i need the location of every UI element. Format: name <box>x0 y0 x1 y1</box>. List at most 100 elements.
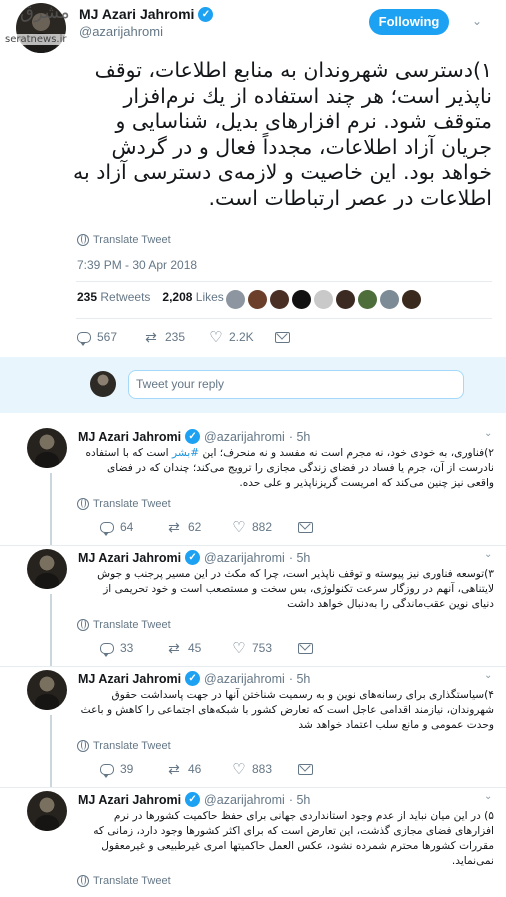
avatar[interactable] <box>27 670 67 710</box>
retweets-stat[interactable]: 235 Retweets <box>77 290 150 304</box>
liker-avatar[interactable] <box>226 290 245 309</box>
heart-icon[interactable]: ♡ <box>232 762 246 777</box>
author-name[interactable]: MJ Azari Jahromi <box>78 430 181 444</box>
thread-line <box>50 715 52 787</box>
divider <box>76 318 492 319</box>
liker-avatar[interactable] <box>358 290 377 309</box>
tweet-time[interactable]: · 5h <box>289 430 311 444</box>
author-handle[interactable]: @azarijahromi <box>79 24 163 39</box>
translate-label[interactable]: Translate Tweet <box>93 498 171 510</box>
reply-action[interactable]: 567 <box>77 330 143 346</box>
liker-avatar[interactable] <box>336 290 355 309</box>
translate-tweet-link[interactable]: Translate Tweet <box>77 740 171 752</box>
reply-input[interactable]: Tweet your reply <box>128 370 464 399</box>
liker-avatar[interactable] <box>380 290 399 309</box>
tweet-time[interactable]: · 5h <box>289 551 311 565</box>
chevron-down-icon[interactable]: ⌄ <box>472 14 488 30</box>
verified-icon: ✓ <box>185 792 201 807</box>
like-action[interactable]: ♡ 882 <box>232 520 298 535</box>
reply-icon[interactable] <box>100 763 114 778</box>
author-name[interactable]: MJ Azari Jahromi <box>78 551 181 565</box>
mail-icon[interactable] <box>275 331 290 343</box>
retweet-action[interactable]: ⇄ 235 <box>143 330 209 344</box>
like-count: 753 <box>252 641 273 655</box>
chevron-down-icon[interactable]: ⌄ <box>484 549 492 560</box>
avatar[interactable] <box>27 549 67 589</box>
mail-icon[interactable] <box>298 642 313 654</box>
retweet-action[interactable]: ⇄ 46 <box>166 762 232 776</box>
tweet-header: MJ Azari Jahromi ✓ @azarijahromi · 5h <box>78 429 310 444</box>
tweet-text-part: ۲)فناوری، به خودی خود، نه مجرم است نه مف… <box>199 447 494 459</box>
likes-label[interactable]: Likes <box>196 290 224 304</box>
tweet-actions: 64 ⇄ 62 ♡ 882 <box>100 520 313 536</box>
like-action[interactable]: ♡ 753 <box>232 641 298 656</box>
tweet-timestamp[interactable]: 7:39 PM - 30 Apr 2018 <box>77 258 197 272</box>
tweet-time[interactable]: · 5h <box>289 672 311 686</box>
tweet-actions: 33 ⇄ 45 ♡ 753 <box>100 641 313 657</box>
chevron-down-icon[interactable]: ⌄ <box>484 791 492 802</box>
likes-count[interactable]: 2,208 <box>162 290 192 304</box>
tweet-text: ۲)فناوری، به خودی خود، نه مجرم است نه مف… <box>78 446 495 491</box>
retweet-action[interactable]: ⇄ 62 <box>166 520 232 534</box>
tweet-time[interactable]: · 5h <box>289 793 311 807</box>
thread-line <box>50 473 52 545</box>
translate-tweet-link[interactable]: Translate Tweet <box>77 875 171 887</box>
translate-tweet-link[interactable]: Translate Tweet <box>77 234 171 246</box>
liker-avatar[interactable] <box>402 290 421 309</box>
hashtag-link[interactable]: #بشر <box>172 447 199 459</box>
mail-icon[interactable] <box>298 763 313 775</box>
translate-label[interactable]: Translate Tweet <box>93 875 171 887</box>
retweet-icon[interactable]: ⇄ <box>166 762 182 776</box>
retweets-label[interactable]: Retweets <box>100 290 150 304</box>
likes-stat[interactable]: 2,208 Likes <box>162 290 223 304</box>
direct-message-action[interactable] <box>298 521 313 533</box>
mail-icon[interactable] <box>298 521 313 533</box>
author-handle[interactable]: @azarijahromi <box>204 430 285 444</box>
reply-icon[interactable] <box>100 521 114 536</box>
reply-icon[interactable] <box>77 331 91 346</box>
chevron-down-icon[interactable]: ⌄ <box>484 428 492 439</box>
like-action[interactable]: ♡ 883 <box>232 762 298 777</box>
translate-label[interactable]: Translate Tweet <box>93 234 171 246</box>
retweet-icon[interactable]: ⇄ <box>166 641 182 655</box>
translate-label[interactable]: Translate Tweet <box>93 619 171 631</box>
watermark: مشرق seratnews.ir <box>2 2 72 46</box>
direct-message-action[interactable] <box>298 642 313 654</box>
translate-tweet-link[interactable]: Translate Tweet <box>77 619 171 631</box>
liker-avatar[interactable] <box>248 290 267 309</box>
verified-icon: ✓ <box>198 6 214 22</box>
author-name[interactable]: MJ Azari Jahromi <box>78 793 181 807</box>
author-name-row[interactable]: MJ Azari Jahromi ✓ <box>79 6 214 22</box>
reply-icon[interactable] <box>100 642 114 657</box>
reply-action[interactable]: 64 <box>100 520 166 536</box>
liker-avatar[interactable] <box>314 290 333 309</box>
retweet-icon[interactable]: ⇄ <box>166 520 182 534</box>
direct-message-action[interactable] <box>298 763 313 775</box>
reply-action[interactable]: 33 <box>100 641 166 657</box>
author-handle[interactable]: @azarijahromi <box>204 672 285 686</box>
like-action[interactable]: ♡ 2.2K <box>209 330 275 345</box>
translate-tweet-link[interactable]: Translate Tweet <box>77 498 171 510</box>
reply-count: 39 <box>120 762 134 776</box>
avatar[interactable] <box>27 791 67 831</box>
tweet-text: ۵) در این میان نباید از عدم وجود استاندا… <box>93 810 494 867</box>
liker-avatar[interactable] <box>292 290 311 309</box>
heart-icon[interactable]: ♡ <box>209 330 223 345</box>
author-name[interactable]: MJ Azari Jahromi <box>79 6 194 22</box>
translate-label[interactable]: Translate Tweet <box>93 740 171 752</box>
author-handle[interactable]: @azarijahromi <box>204 551 285 565</box>
retweet-icon[interactable]: ⇄ <box>143 330 159 344</box>
globe-icon <box>77 498 89 510</box>
retweets-count[interactable]: 235 <box>77 290 97 304</box>
heart-icon[interactable]: ♡ <box>232 641 246 656</box>
retweet-action[interactable]: ⇄ 45 <box>166 641 232 655</box>
liker-avatar[interactable] <box>270 290 289 309</box>
avatar[interactable] <box>27 428 67 468</box>
author-name[interactable]: MJ Azari Jahromi <box>78 672 181 686</box>
author-handle[interactable]: @azarijahromi <box>204 793 285 807</box>
reply-action[interactable]: 39 <box>100 762 166 778</box>
chevron-down-icon[interactable]: ⌄ <box>484 670 492 681</box>
heart-icon[interactable]: ♡ <box>232 520 246 535</box>
following-button[interactable]: Following <box>369 9 449 35</box>
direct-message-action[interactable] <box>275 331 290 343</box>
